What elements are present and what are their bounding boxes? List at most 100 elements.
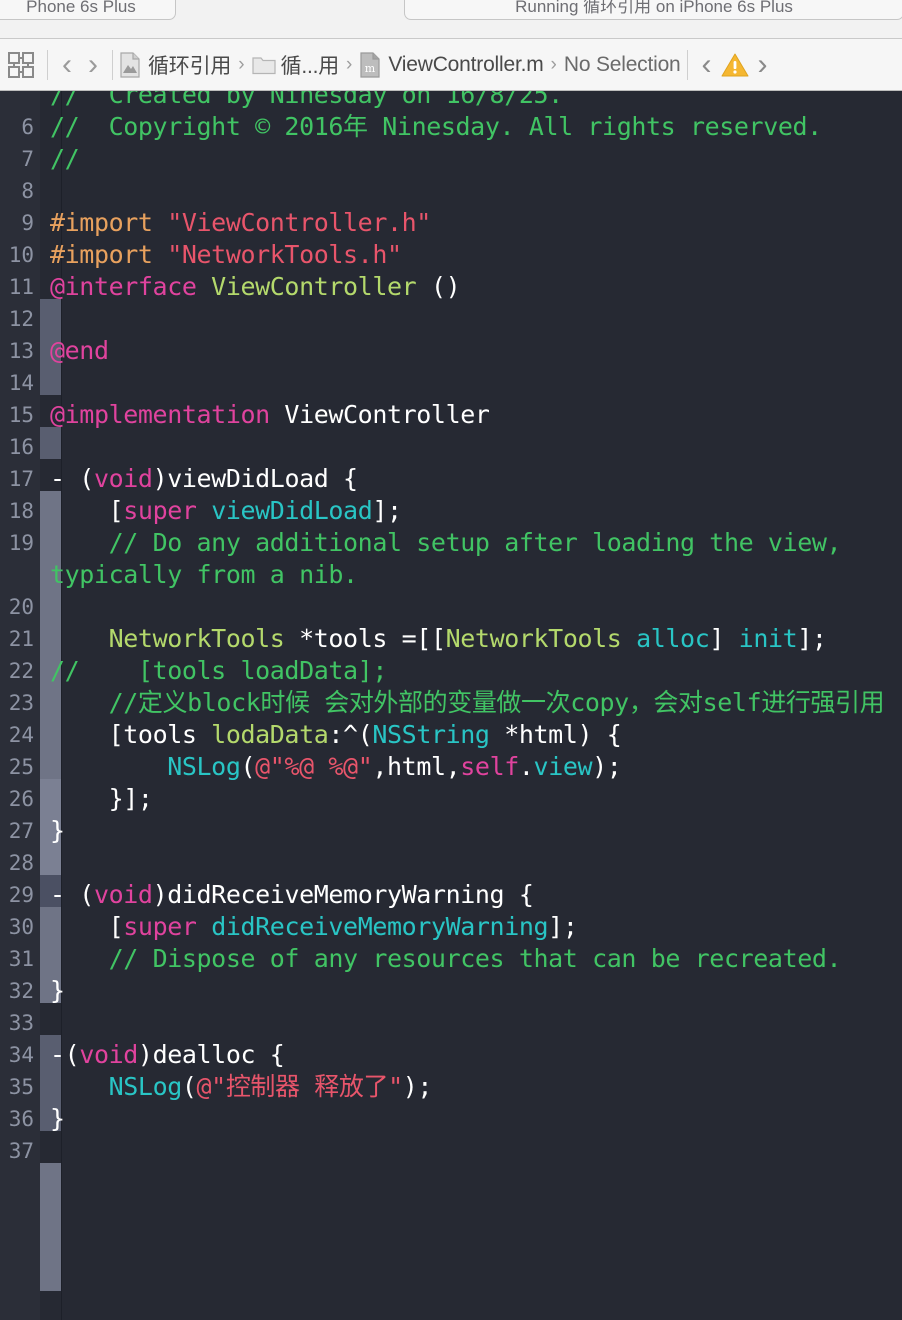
code-text: NSLog(@"%@ %@",html,self.view); (40, 751, 902, 783)
code-token: *tools =[[ (284, 624, 446, 653)
code-line[interactable]: 30 [super didReceiveMemoryWarning]; (0, 911, 902, 943)
code-token: // Created by Ninesday on 16/8/25. (50, 91, 563, 109)
grid-icon[interactable] (6, 50, 36, 80)
jump-bar: ‹ › 循环引用 › 循...用 › m ViewController.m › … (0, 39, 902, 91)
code-token: [ (50, 496, 124, 525)
code-token: ]; (548, 912, 578, 941)
code-line[interactable]: 22 // [tools loadData]; (0, 655, 902, 687)
line-number: 24 (8, 723, 34, 747)
line-number: 7 (21, 147, 34, 171)
line-number: 6 (21, 115, 34, 139)
line-number: 35 (8, 1075, 34, 1099)
line-number: 32 (8, 979, 34, 1003)
objc-file-icon: m (359, 51, 381, 78)
line-number: 21 (8, 627, 34, 651)
code-line[interactable]: 24 [tools lodaData:^(NSString *html) { (0, 719, 902, 751)
code-line[interactable]: 6 // Copyright © 2016年 Ninesday. All righ… (0, 111, 902, 143)
jumpbar-divider-1 (47, 49, 48, 80)
code-text: @implementation ViewController (40, 399, 902, 431)
line-number: 19 (8, 531, 34, 555)
code-line[interactable]: 15 @implementation ViewController (0, 399, 902, 431)
line-number: 15 (8, 403, 34, 427)
code-line[interactable]: 35 NSLog(@"控制器 释放了"); (0, 1071, 902, 1103)
code-token: ViewController (284, 400, 490, 429)
next-issue-button[interactable]: › (750, 49, 776, 80)
code-line[interactable]: // Created by Ninesday on 16/8/25. (0, 91, 902, 111)
code-line[interactable]: 25 NSLog(@"%@ %@",html,self.view); (0, 751, 902, 783)
code-line[interactable]: 23 //定义block时候 会对外部的变量做一次copy，会对self进行强引… (0, 687, 902, 719)
code-token: void (93, 464, 153, 493)
code-line[interactable]: 13 @end (0, 335, 902, 367)
source-editor[interactable]: // Created by Ninesday on 16/8/25. 6 // Co… (0, 91, 902, 1320)
code-token: @end (50, 336, 109, 365)
code-line[interactable]: 28 (0, 847, 902, 879)
code-token: @"%@ %@" (255, 752, 373, 781)
code-line[interactable]: 7 // (0, 143, 902, 175)
svg-text:m: m (365, 62, 376, 75)
tab-status[interactable]: Running 循环引用 on iPhone 6s Plus (404, 0, 902, 20)
code-line[interactable]: 26 }]; (0, 783, 902, 815)
code-token: #import (50, 240, 168, 269)
code-line[interactable]: 27} (0, 815, 902, 847)
breadcrumb-folder[interactable]: 循...用 (251, 50, 339, 80)
code-line[interactable]: 8 (0, 175, 902, 207)
tab-device-label: Phone 6s Plus (26, 0, 136, 16)
line-number: 37 (8, 1139, 34, 1163)
code-line[interactable]: 11 @interface ViewController () (0, 271, 902, 303)
code-line[interactable]: 34 -(void)dealloc { (0, 1039, 902, 1071)
previous-issue-button[interactable]: ‹ (694, 49, 720, 80)
forward-button[interactable]: › (80, 49, 106, 80)
jumpbar-divider-2 (112, 49, 113, 80)
code-line[interactable]: 19 // Do any additional setup after load… (0, 527, 902, 591)
warning-icon[interactable] (720, 51, 750, 79)
line-number: 10 (8, 243, 34, 267)
code-token: } (50, 976, 65, 1005)
code-text: #import "NetworkTools.h" (40, 239, 902, 271)
code-line[interactable]: 36} (0, 1103, 902, 1135)
code-line[interactable]: 14 (0, 367, 902, 399)
code-line[interactable]: 33 (0, 1007, 902, 1039)
code-token: ( (240, 752, 256, 781)
code-line[interactable]: 37 (0, 1135, 902, 1167)
code-line[interactable]: 21 NetworkTools *tools =[[NetworkTools a… (0, 623, 902, 655)
code-line[interactable]: 16 (0, 431, 902, 463)
code-line[interactable]: 12 (0, 303, 902, 335)
breadcrumb-separator-2: › (346, 53, 353, 75)
code-line[interactable]: 18 [super viewDidLoad]; (0, 495, 902, 527)
change-indicator-bar[interactable] (40, 1163, 62, 1291)
code-text: [super viewDidLoad]; (40, 495, 902, 527)
code-line[interactable]: 17- (void)viewDidLoad { (0, 463, 902, 495)
code-line[interactable]: 9 #import "ViewController.h" (0, 207, 902, 239)
code-token: )dealloc { (137, 1040, 285, 1069)
code-token: ); (402, 1072, 433, 1101)
code-text: // Dispose of any resources that can be … (40, 943, 902, 975)
code-token: } (50, 1104, 65, 1133)
code-token: ViewController (211, 272, 417, 301)
code-line[interactable]: 32} (0, 975, 902, 1007)
tab-device[interactable]: Phone 6s Plus (0, 0, 176, 20)
code-token: NetworkTools (108, 624, 285, 653)
line-number: 22 (8, 659, 34, 683)
code-token: NSString (372, 720, 490, 749)
code-token: ( (181, 1072, 197, 1101)
line-number: 11 (8, 275, 34, 299)
back-button[interactable]: ‹ (54, 49, 80, 80)
breadcrumb-selection-label: No Selection (563, 52, 681, 76)
breadcrumb-project[interactable]: 循环引用 (119, 50, 231, 80)
line-number: 16 (8, 435, 34, 459)
project-icon (119, 51, 141, 78)
code-line[interactable]: 29- (void)didReceiveMemoryWarning { (0, 879, 902, 911)
code-line[interactable]: 10 #import "NetworkTools.h" (0, 239, 902, 271)
breadcrumb-selection[interactable]: No Selection (564, 53, 681, 77)
code-line[interactable]: 31 // Dispose of any resources that can … (0, 943, 902, 975)
code-token: super (123, 496, 197, 525)
code-token: NSLog (108, 1072, 183, 1101)
code-line[interactable]: 20 (0, 591, 902, 623)
breadcrumb-file[interactable]: m ViewController.m (359, 51, 544, 78)
